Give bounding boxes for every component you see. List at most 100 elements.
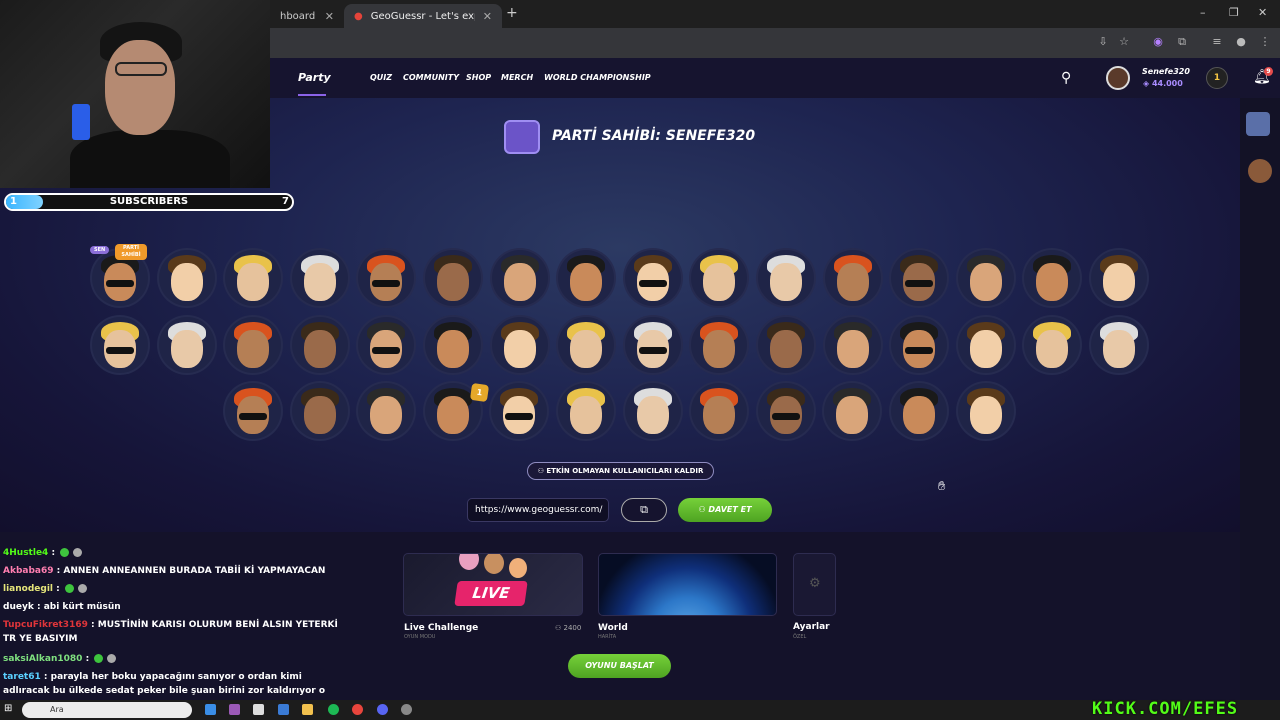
- tab-geoguessr[interactable]: ● GeoGuessr - Let's explore the w ✕: [344, 4, 502, 28]
- menu-icon[interactable]: ⋮: [1258, 35, 1272, 49]
- player-avatar[interactable]: [824, 317, 881, 373]
- player-avatar[interactable]: [158, 317, 215, 373]
- friends-sidebar: [1240, 98, 1280, 700]
- avatar[interactable]: [1106, 66, 1130, 90]
- calendar-icon[interactable]: [253, 704, 264, 715]
- app-icon[interactable]: [229, 704, 240, 715]
- puzzle-icon[interactable]: ⧉: [1175, 35, 1189, 49]
- taskbar-search[interactable]: Ara: [22, 702, 192, 718]
- player-avatar[interactable]: [1024, 250, 1081, 306]
- chat-username[interactable]: 4Hustle4: [3, 548, 48, 558]
- chrome-icon[interactable]: [352, 704, 363, 715]
- player-avatar[interactable]: [225, 317, 282, 373]
- profile-icon[interactable]: ●: [1234, 35, 1248, 49]
- discord-icon[interactable]: [377, 704, 388, 715]
- close-icon[interactable]: ✕: [325, 10, 334, 23]
- invite-button[interactable]: ⚇ DAVET ET: [678, 498, 772, 522]
- player-avatar[interactable]: [624, 383, 681, 439]
- player-avatar[interactable]: [891, 250, 948, 306]
- close-window-button[interactable]: ✕: [1258, 6, 1267, 19]
- player-avatar[interactable]: [225, 250, 282, 306]
- player-avatar[interactable]: [957, 383, 1014, 439]
- outlook-icon[interactable]: [278, 704, 289, 715]
- install-icon[interactable]: ⇩: [1096, 35, 1110, 49]
- username[interactable]: Senefe320: [1142, 67, 1190, 76]
- extension-icon[interactable]: ◉: [1151, 35, 1165, 49]
- player-avatar[interactable]: [1091, 317, 1147, 373]
- start-game-button[interactable]: OYUNU BAŞLAT: [568, 654, 671, 678]
- player-avatar[interactable]: [225, 383, 281, 439]
- obs-icon[interactable]: [401, 704, 412, 715]
- player-avatar[interactable]: [824, 250, 881, 306]
- player-avatar[interactable]: [558, 317, 615, 373]
- users-icon: ⚇: [555, 624, 562, 632]
- chat-username[interactable]: dueyk: [3, 602, 34, 612]
- media-icon[interactable]: ≡: [1210, 35, 1224, 49]
- close-icon[interactable]: ✕: [483, 10, 492, 23]
- level-badge[interactable]: 1: [1206, 67, 1228, 89]
- chat-username[interactable]: Akbaba69: [3, 566, 54, 576]
- player-avatar[interactable]: [358, 383, 415, 439]
- chat-username[interactable]: saksiAlkan1080: [3, 654, 82, 664]
- player-avatar[interactable]: [957, 317, 1014, 373]
- chat-username[interactable]: TupcuFikret3169: [3, 620, 88, 630]
- minimize-button[interactable]: –: [1200, 6, 1206, 19]
- friend-avatar[interactable]: [1248, 159, 1272, 183]
- player-avatar[interactable]: [891, 317, 948, 373]
- mode-card-world[interactable]: [598, 553, 777, 616]
- player-avatar[interactable]: [491, 250, 548, 306]
- player-avatar[interactable]: [957, 250, 1014, 306]
- player-avatar[interactable]: [558, 250, 615, 306]
- live-badge: LIVE: [454, 581, 528, 606]
- chat-text: ANNEN ANNEANNEN BURADA TABİİ Kİ YAPMAYAC…: [63, 566, 326, 576]
- nav-world-championship[interactable]: WORLD CHAMPIONSHIP: [544, 73, 651, 82]
- player-avatar[interactable]: [758, 317, 814, 373]
- tab-dashboard[interactable]: hboard ✕: [270, 4, 344, 28]
- character-art: [484, 554, 504, 574]
- chat-username[interactable]: taret61: [3, 672, 41, 682]
- restore-button[interactable]: ❐: [1229, 6, 1239, 19]
- player-avatar[interactable]: [425, 250, 481, 306]
- player-avatar[interactable]: [624, 250, 681, 306]
- player-avatar[interactable]: [1091, 250, 1147, 306]
- invite-link-field[interactable]: https://www.geoguessr.com/: [467, 498, 609, 522]
- nav-quiz[interactable]: QUIZ: [370, 73, 392, 82]
- player-avatar[interactable]: [691, 317, 748, 373]
- player-avatar[interactable]: [158, 250, 215, 306]
- mode-card-settings[interactable]: ⚙: [793, 553, 836, 616]
- player-avatar[interactable]: [92, 317, 148, 373]
- search-icon[interactable]: ⚲: [1061, 70, 1071, 86]
- player-avatar[interactable]: [891, 383, 947, 439]
- map-title: World: [598, 623, 628, 633]
- player-avatar[interactable]: [758, 250, 814, 306]
- player-avatar[interactable]: [491, 317, 548, 373]
- edge-icon[interactable]: [205, 704, 216, 715]
- nav-party[interactable]: Party: [298, 71, 331, 84]
- copy-button[interactable]: ⧉: [621, 498, 667, 522]
- nav-shop[interactable]: SHOP: [466, 73, 491, 82]
- bookmark-star-icon[interactable]: ☆: [1117, 35, 1131, 49]
- player-avatar[interactable]: [291, 250, 348, 306]
- player-avatar[interactable]: [491, 383, 548, 439]
- player-avatar[interactable]: [824, 383, 881, 439]
- windows-start-icon[interactable]: ⊞: [4, 703, 12, 714]
- chat-username[interactable]: lianodegil: [3, 584, 53, 594]
- nav-merch[interactable]: MERCH: [501, 73, 533, 82]
- player-avatar[interactable]: [691, 383, 748, 439]
- spotify-icon[interactable]: [328, 704, 339, 715]
- player-avatar[interactable]: [425, 317, 481, 373]
- nav-community[interactable]: COMMUNITY: [403, 73, 459, 82]
- player-avatar[interactable]: [757, 383, 814, 439]
- player-avatar[interactable]: [691, 250, 748, 306]
- remove-inactive-button[interactable]: ⚇ ETKİN OLMAYAN KULLANICILARI KALDIR: [527, 462, 714, 480]
- friend-avatar[interactable]: [1246, 112, 1270, 136]
- new-tab-button[interactable]: +: [506, 5, 518, 21]
- player-avatar[interactable]: [291, 383, 348, 439]
- player-avatar[interactable]: [291, 317, 348, 373]
- player-avatar[interactable]: [358, 317, 415, 373]
- player-avatar[interactable]: [1024, 317, 1081, 373]
- file-explorer-icon[interactable]: [302, 704, 313, 715]
- player-avatar[interactable]: [358, 250, 415, 306]
- player-avatar[interactable]: [558, 383, 614, 439]
- player-avatar[interactable]: [624, 317, 681, 373]
